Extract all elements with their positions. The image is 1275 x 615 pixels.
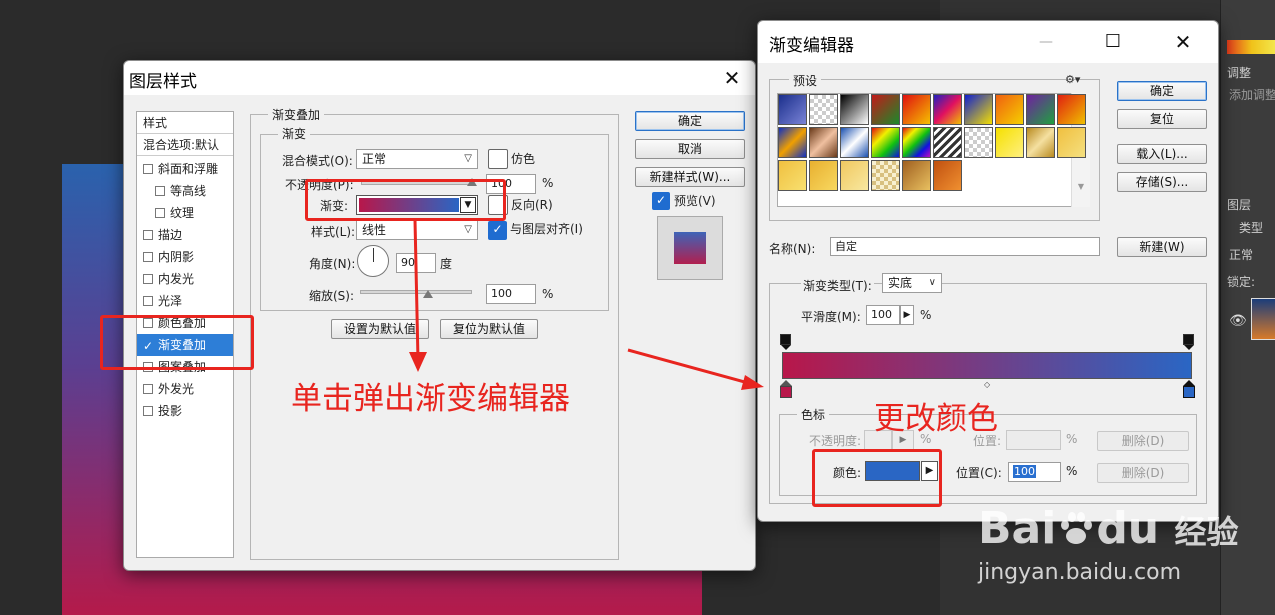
watermark-jingyan: 经验 [1174,513,1239,551]
watermark-brand2: du [1096,503,1160,554]
down-arrowhead [409,352,427,372]
annotation-change-color: 更改颜色 [874,401,998,437]
right-arrowhead [741,375,764,390]
down-arrow-shaft [413,219,420,361]
watermark-logo: Bai du 经验 [978,503,1238,554]
annotation-click-popup: 单击弹出渐变编辑器 [291,381,570,417]
watermark-url: jingyan.baidu.com [978,560,1182,585]
watermark-brand: Bai [978,503,1057,554]
right-arrow-shaft [627,348,753,386]
paw-icon [1056,507,1096,545]
